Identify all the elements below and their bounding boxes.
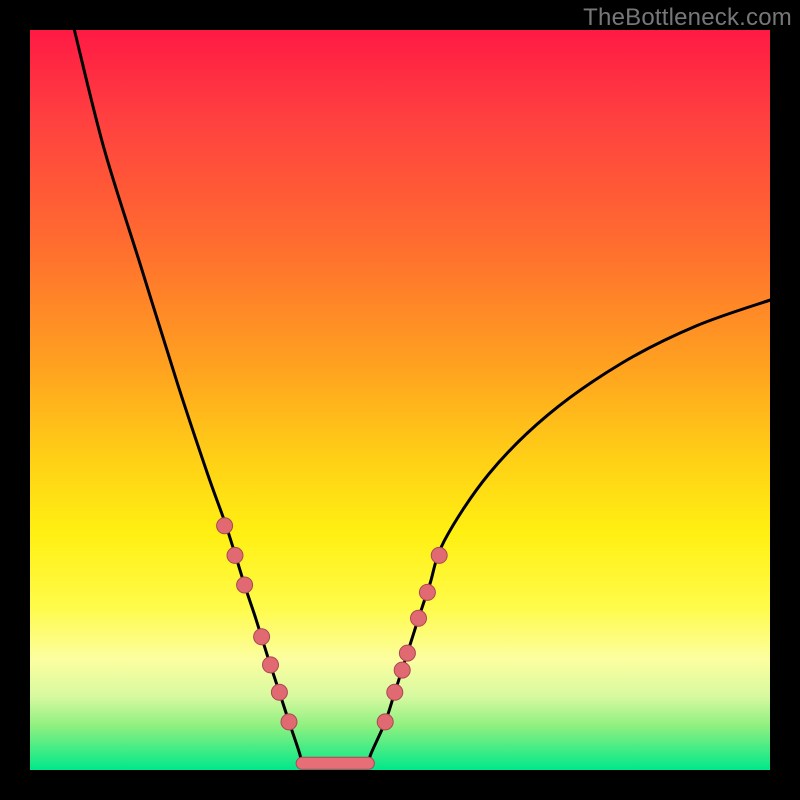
curve-marker bbox=[227, 547, 243, 563]
curve-marker bbox=[271, 684, 287, 700]
curve-marker bbox=[387, 684, 403, 700]
curve-marker bbox=[431, 547, 447, 563]
chart-frame bbox=[30, 30, 770, 770]
curve-marker bbox=[411, 610, 427, 626]
bottleneck-curve bbox=[74, 30, 770, 764]
watermark-text: TheBottleneck.com bbox=[583, 4, 792, 32]
flat-bottom-bar bbox=[296, 757, 374, 769]
curve-marker bbox=[263, 657, 279, 673]
chart-svg bbox=[30, 30, 770, 770]
curve-marker bbox=[217, 518, 233, 534]
curve-marker bbox=[377, 714, 393, 730]
curve-marker bbox=[419, 584, 435, 600]
curve-marker bbox=[281, 714, 297, 730]
curve-markers bbox=[217, 518, 448, 730]
curve-marker bbox=[399, 645, 415, 661]
curve-marker bbox=[254, 629, 270, 645]
curve-marker bbox=[237, 577, 253, 593]
curve-marker bbox=[394, 662, 410, 678]
